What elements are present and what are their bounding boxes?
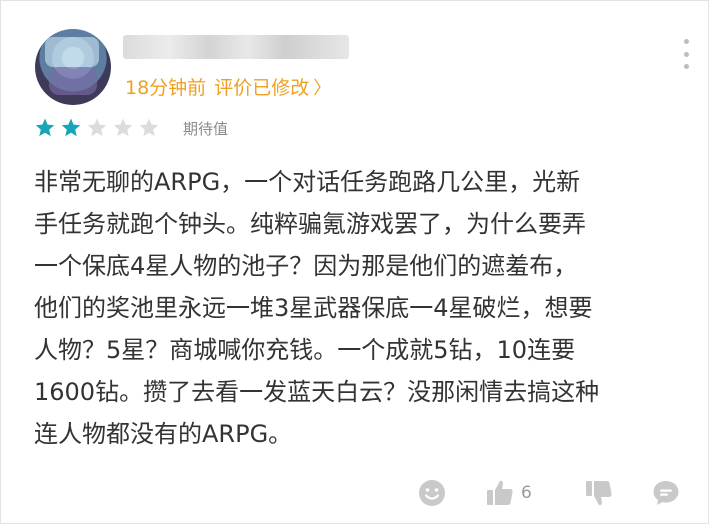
star-empty-icon (112, 117, 134, 139)
emoji-icon (417, 478, 447, 508)
avatar-image-blur-top (45, 37, 99, 67)
thumbs-down-icon (584, 478, 614, 508)
thumbs-up-icon (485, 478, 515, 508)
more-options-icon[interactable] (676, 39, 696, 69)
like-button[interactable]: 6 (485, 473, 532, 513)
edited-label: 评价已修改 (214, 77, 310, 99)
rating-label: 期待值 (183, 120, 229, 138)
emoji-button[interactable] (417, 473, 447, 513)
review-meta[interactable]: 18分钟前 评价已修改〉 (125, 73, 331, 100)
review-card: 18分钟前 评价已修改〉 期待值 非常无聊的ARPG，一个对话任务跑路几公里，光新… (0, 0, 709, 524)
comment-icon (651, 478, 681, 508)
more-dot (683, 64, 689, 69)
star-empty-icon (138, 117, 160, 139)
chevron-right-icon: 〉 (313, 78, 332, 99)
more-dot (683, 51, 689, 57)
avatar-image-blur-bottom (49, 67, 97, 95)
avatar[interactable] (35, 29, 111, 105)
more-dot (683, 39, 689, 44)
rating-stars (34, 117, 160, 139)
star-empty-icon (86, 117, 108, 139)
like-count: 6 (521, 483, 532, 503)
comment-button[interactable] (651, 473, 681, 513)
star-filled-icon (34, 117, 56, 139)
action-bar: 6 (1, 473, 709, 513)
username-blurred[interactable] (123, 35, 349, 59)
star-filled-icon (60, 117, 82, 139)
dislike-button[interactable] (584, 473, 614, 513)
time-ago: 18分钟前 (125, 77, 207, 99)
review-text: 非常无聊的ARPG，一个对话任务跑路几公里，光新 手任务就跑个钟头。纯粹骗氪游戏… (34, 168, 600, 448)
